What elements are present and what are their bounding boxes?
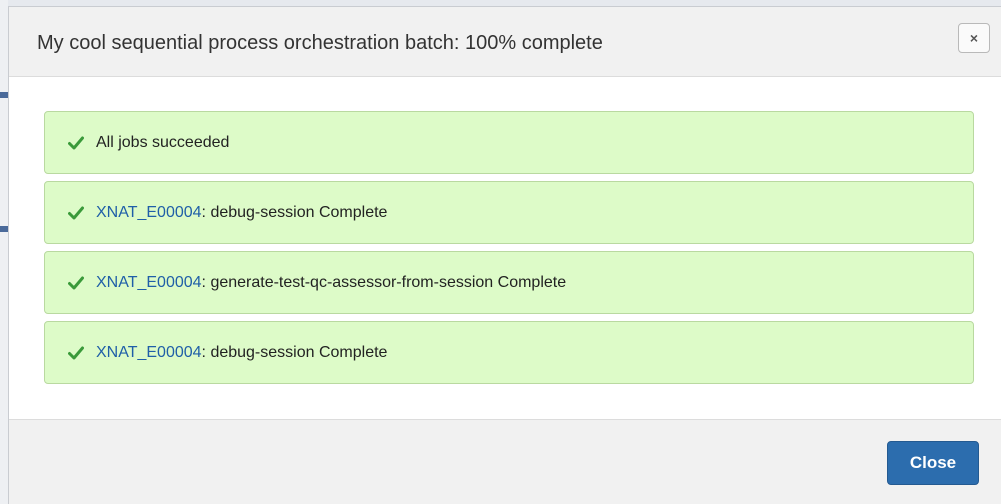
- background-page-marker: [0, 92, 8, 98]
- check-icon: [68, 276, 84, 289]
- job-status-row: XNAT_E00004 : generate-test-qc-assessor-…: [44, 251, 974, 314]
- close-icon[interactable]: ×: [958, 23, 990, 53]
- check-icon: [68, 136, 84, 149]
- check-icon: [68, 206, 84, 219]
- session-link[interactable]: XNAT_E00004: [96, 274, 202, 292]
- dialog-title: My cool sequential process orchestration…: [37, 32, 603, 54]
- background-page-left: [0, 0, 8, 504]
- summary-status-row: All jobs succeeded: [44, 111, 974, 174]
- background-page-marker: [0, 226, 8, 232]
- dialog-footer: Close: [9, 419, 1001, 504]
- job-status-row: XNAT_E00004 : debug-session Complete: [44, 321, 974, 384]
- session-link[interactable]: XNAT_E00004: [96, 204, 202, 222]
- dialog-header: My cool sequential process orchestration…: [9, 7, 1001, 77]
- check-icon: [68, 346, 84, 359]
- job-status-text: : debug-session Complete: [201, 343, 388, 361]
- dialog-body: All jobs succeeded XNAT_E00004 : debug-s…: [44, 111, 974, 391]
- close-button[interactable]: Close: [887, 441, 979, 485]
- job-status-text: : debug-session Complete: [201, 203, 388, 221]
- batch-status-dialog: My cool sequential process orchestration…: [8, 6, 1001, 504]
- session-link[interactable]: XNAT_E00004: [96, 344, 202, 362]
- job-status-row: XNAT_E00004 : debug-session Complete: [44, 181, 974, 244]
- summary-text: All jobs succeeded: [96, 133, 230, 151]
- job-status-text: : generate-test-qc-assessor-from-session…: [201, 273, 567, 291]
